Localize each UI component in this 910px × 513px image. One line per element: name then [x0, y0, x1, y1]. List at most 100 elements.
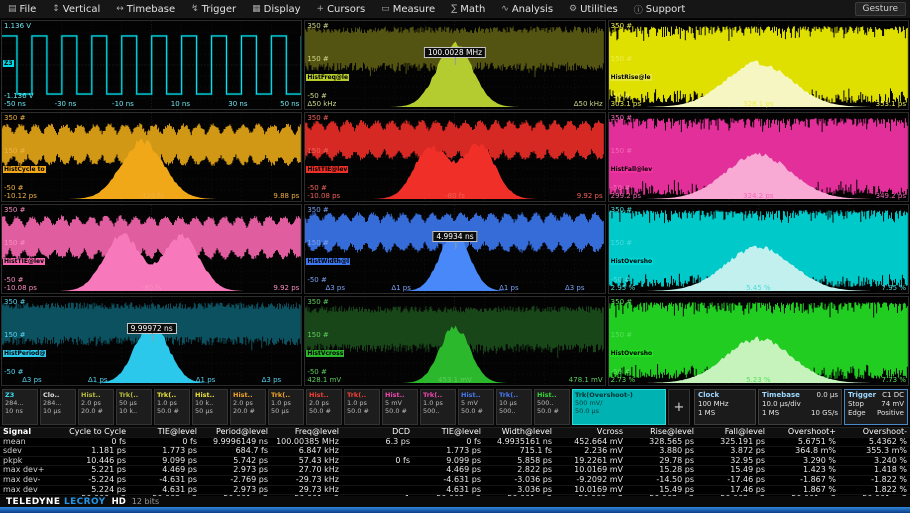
trace-tag[interactable]: HistOversho [610, 350, 654, 357]
cursors-icon: + [317, 4, 325, 14]
descriptor-value: 5 mV [383, 399, 417, 407]
footer: TELEDYNE LECROY HD 12 bits [0, 496, 910, 507]
vcross-histogram-panel[interactable]: 350 #150 #-50 #428.1 mV453.1 mV478.1 mVH… [304, 296, 605, 386]
descriptor-value: 2.0 ps [231, 399, 265, 407]
trace-tag[interactable]: HistOversho [610, 258, 654, 265]
axis-label: 150 # [307, 331, 328, 339]
freq-histogram-panel[interactable]: 350 #150 #-50 #Δ50 kHzΔ50 kHzHistFreq@le… [304, 20, 605, 110]
descriptor-value: 10 k.. [193, 399, 227, 407]
brand-lecroy: LECROY [64, 497, 106, 507]
descriptor-box-12[interactable]: Hist..5 mV50.0 # [458, 389, 494, 425]
table-row-max-dev-: max dev--5.224 ps-4.631 ps-2.769 ps-29.7… [0, 475, 910, 485]
timebase-title: Timebase [762, 391, 800, 400]
table-row-max-dev+: max dev+5.221 ps4.469 ps2.973 ps27.70 kH… [0, 466, 910, 476]
menu-item-trigger[interactable]: ↯Trigger [183, 0, 244, 18]
menu-item-label: Display [264, 4, 301, 15]
menu-item-label: Math [460, 4, 485, 15]
table-body: mean0 fs0 fs9.9996149 ns100.00385 MHz6.3… [0, 437, 910, 496]
menu-item-timebase[interactable]: ↔Timebase [108, 0, 183, 18]
axis-label: 350 # [307, 22, 328, 30]
clock-box[interactable]: Clock 100 MHz 1 MS [694, 389, 756, 425]
table-col: Period@level [200, 428, 271, 437]
fall-histogram-panel[interactable]: 350 #150 #-50 #299.2 ps324.2 ps349.2 psH… [608, 112, 909, 202]
table-cell: 15.28 ps [626, 466, 697, 476]
overshoot-neg-histogram-panel[interactable]: 350 #150 #-50 #2.73 %5.23 %7.73 %HistOve… [608, 296, 909, 386]
overshoot-pos-histogram-panel[interactable]: 350 #150 #-50 #2.95 %5.45 %7.95 %HistOve… [608, 204, 909, 294]
descriptor-box-13[interactable]: Trk(..10 µs500.. [496, 389, 532, 425]
rise-histogram-panel[interactable]: 350 #150 #-50 #303.1 ps328.1 ps353.1 psH… [608, 20, 909, 110]
descriptor-box-2[interactable]: Hist..2.0 ps20.0 # [78, 389, 114, 425]
menu-item-support[interactable]: ⓘSupport [626, 0, 694, 18]
gesture-button[interactable]: Gesture [855, 2, 906, 16]
trace-tag[interactable]: Z3 [3, 60, 14, 67]
table-cell: 27.70 kHz [271, 466, 342, 476]
tie2-histogram-panel[interactable]: 350 #150 #-50 #-10.08 ps-80 fs9.92 psHis… [1, 204, 302, 294]
table-col: Rise@level [626, 428, 697, 437]
table-cell: 3.290 % [768, 456, 839, 466]
axis-label: -30 ns [55, 100, 77, 108]
descriptor-box-8[interactable]: Hist..2.0 ps50.0 # [306, 389, 342, 425]
timebase-icon: ↔ [116, 4, 124, 14]
menu-item-measure[interactable]: ▭Measure [373, 0, 443, 18]
menu-item-analysis[interactable]: ∿Analysis [493, 0, 561, 18]
trace-tag[interactable]: HistVcross [306, 350, 344, 357]
descriptor-box-4[interactable]: Trk(..1.0 ps50.0 # [154, 389, 190, 425]
add-trace-button[interactable]: + [668, 389, 690, 425]
table-col: Fall@level [697, 428, 768, 437]
tie-histogram-panel[interactable]: 350 #150 #-50 #-10.08 ps-80 fs9.92 psHis… [304, 112, 605, 202]
trace-tag[interactable]: HistTIE@lev [306, 166, 348, 173]
axis-label: -80 fs [142, 284, 162, 292]
descriptor-box-1[interactable]: Clo..284...10 µs [40, 389, 76, 425]
descriptor-box-6[interactable]: Hist..2.0 ps20.0 # [230, 389, 266, 425]
descriptor-value: 2.0 ps [79, 399, 113, 407]
table-header: SignalCycle to CycleTIE@levelPeriod@leve… [0, 428, 910, 437]
descriptor-box-11[interactable]: Trk(..1.0 ps500.. [420, 389, 456, 425]
descriptor-box-selected[interactable]: Trk(Overshoot-)500 mV/50.0 µs [572, 389, 666, 425]
menu-item-display[interactable]: ▦Display [244, 0, 308, 18]
fall-histogram-panel-plot [609, 113, 908, 201]
menu-item-cursors[interactable]: +Cursors [309, 0, 374, 18]
descriptor-title: Hist.. [383, 390, 417, 399]
trace-tag[interactable]: HistWidth@l [306, 258, 350, 265]
descriptor-box-10[interactable]: Hist..5 mV50.0 # [382, 389, 418, 425]
trigger-box[interactable]: Trigger C1 DC Stop 74 mV Edge Positive [844, 389, 908, 425]
menu-item-label: Timebase [127, 4, 175, 15]
table-cell: 328.565 ps [626, 437, 697, 447]
descriptor-value: 1.0 ps [269, 399, 303, 407]
menu-item-vertical[interactable]: ↕Vertical [44, 0, 108, 18]
trace-tag[interactable]: HistTIE@lev [3, 258, 45, 265]
timebase-box[interactable]: Timebase 0.0 µs 10.0 µs/div 1 MS 10 GS/s [758, 389, 842, 425]
menu-item-utilities[interactable]: ⚙Utilities [561, 0, 626, 18]
table-col: Freq@level [271, 428, 342, 437]
axis-label: -50 # [307, 368, 327, 376]
table-cell: 6.3 ps [342, 437, 413, 447]
axis-label: 50 ns [280, 100, 299, 108]
cycle-histogram-panel[interactable]: 350 #150 #-50 #-10.12 ps-120 fs9.88 psHi… [1, 112, 302, 202]
zoom-trace-panel[interactable]: 1.136 V-1.136 V-50 ns-30 ns-10 ns10 ns30… [1, 20, 302, 110]
row-label: max dev [0, 485, 58, 495]
descriptor-box-7[interactable]: Trk(..1.0 ps50 µs [268, 389, 304, 425]
axis-label: 2.73 % [611, 376, 635, 384]
trace-tag[interactable]: HistFreq@le [306, 74, 349, 81]
trace-tag[interactable]: HistFall@lev [610, 166, 653, 173]
trace-tag[interactable]: HistCycle to [3, 166, 46, 173]
descriptor-box-3[interactable]: Trk(..50 µs10 k.. [116, 389, 152, 425]
period-histogram-panel[interactable]: 350 #150 #-50 #Δ3 psΔ1 psΔ1 psΔ3 psHistP… [1, 296, 302, 386]
width-histogram-panel[interactable]: 350 #150 #-50 #Δ3 psΔ1 psΔ1 psΔ3 psHistW… [304, 204, 605, 294]
table-cell: 32.95 ps [697, 456, 768, 466]
descriptor-box-9[interactable]: Trk(..1.0 ps50.0 # [344, 389, 380, 425]
axis-label: -50 # [4, 276, 24, 284]
table-cell: 100.00385 MHz [271, 437, 342, 447]
table-cell: 9.099 ps [413, 456, 484, 466]
table-col: TIE@level [129, 428, 200, 437]
descriptor-box-5[interactable]: Hist..10 k..50 µs [192, 389, 228, 425]
trace-tag[interactable]: HistRise@le [610, 74, 652, 81]
menu-item-file[interactable]: ▤File [0, 0, 44, 18]
row-label: max dev+ [0, 466, 58, 476]
descriptor-box-0[interactable]: Z3284...10 ns [2, 389, 38, 425]
trace-tag[interactable]: HistPeriod@ [3, 350, 46, 357]
trigger-mode: Stop [848, 400, 864, 409]
descriptor-box-14[interactable]: Hist..500..50.0 # [534, 389, 570, 425]
row-label: pkpk [0, 456, 58, 466]
menu-item-math[interactable]: ∑Math [443, 0, 493, 18]
